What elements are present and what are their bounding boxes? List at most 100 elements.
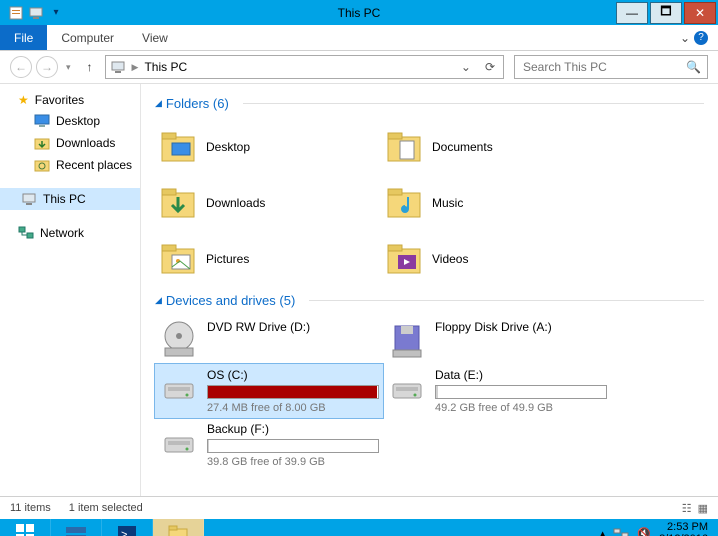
sidebar-item-this-pc[interactable]: This PC <box>0 188 140 210</box>
drive-item[interactable]: Backup (F:)39.8 GB free of 39.9 GB <box>155 418 383 472</box>
sidebar-item-recent[interactable]: Recent places <box>0 154 140 176</box>
sidebar-favorites[interactable]: ★ Favorites <box>0 90 140 110</box>
downloads-icon <box>34 135 50 151</box>
drive-icon <box>159 320 199 360</box>
folder-label: Music <box>432 196 463 210</box>
back-button[interactable]: ← <box>10 56 32 78</box>
folder-item[interactable]: Documents <box>381 119 607 175</box>
up-button[interactable]: ↑ <box>81 58 99 76</box>
drive-item[interactable]: DVD RW Drive (D:) <box>155 316 383 364</box>
file-tab[interactable]: File <box>0 25 47 50</box>
folder-item[interactable]: Pictures <box>155 231 381 287</box>
search-input[interactable] <box>521 59 686 75</box>
folder-icon <box>384 239 424 279</box>
sidebar-item-label: This PC <box>43 192 86 206</box>
address-dropdown-icon[interactable]: ⌄ <box>457 60 475 74</box>
start-button[interactable] <box>0 519 51 536</box>
folder-label: Documents <box>432 140 493 154</box>
capacity-bar <box>207 385 379 399</box>
folder-icon <box>158 127 198 167</box>
sidebar-item-network[interactable]: Network <box>0 222 140 244</box>
folder-label: Desktop <box>206 140 250 154</box>
refresh-icon[interactable]: ⟳ <box>481 60 499 74</box>
forward-button[interactable]: → <box>36 56 58 78</box>
clock-time: 2:53 PM <box>659 521 708 533</box>
folder-item[interactable]: Desktop <box>155 119 381 175</box>
location-icon <box>110 59 126 75</box>
help-icon[interactable]: ? <box>694 31 708 45</box>
status-selection: 1 item selected <box>69 502 143 514</box>
search-box[interactable]: 🔍 <box>514 55 708 79</box>
ribbon-tabs: File Computer View ⌄ ? <box>0 25 718 51</box>
collapse-icon: ◢ <box>155 98 162 109</box>
properties-icon[interactable] <box>8 5 24 21</box>
computer-icon[interactable] <box>28 5 44 21</box>
items-view: ◢ Folders (6) Desktop Documents Downloads M… <box>141 84 718 496</box>
group-label: Folders (6) <box>166 96 229 111</box>
tab-computer[interactable]: Computer <box>47 25 128 50</box>
folder-label: Videos <box>432 252 468 266</box>
taskbar-explorer[interactable] <box>153 519 204 536</box>
sidebar-item-label: Desktop <box>56 114 100 128</box>
drive-icon <box>387 368 427 408</box>
sidebar-item-desktop[interactable]: Desktop <box>0 110 140 132</box>
taskbar-powershell[interactable]: >_ <box>102 519 153 536</box>
details-view-icon[interactable]: ☷ <box>682 502 692 515</box>
minimize-button[interactable]: — <box>616 2 648 24</box>
recent-locations-dropdown[interactable]: ▾ <box>66 62 71 73</box>
tray-arrow-icon[interactable]: ▴ <box>600 527 606 536</box>
group-label: Devices and drives (5) <box>166 293 295 308</box>
drive-item[interactable]: OS (C:) 27.4 MB free of 8.00 GB <box>155 364 383 418</box>
svg-text:>_: >_ <box>121 529 134 536</box>
quick-access-toolbar: ▾ <box>8 5 64 21</box>
close-button[interactable]: ✕ <box>684 2 716 24</box>
folder-item[interactable]: Music <box>381 175 607 231</box>
group-header-drives[interactable]: ◢ Devices and drives (5) <box>155 293 704 308</box>
folder-item[interactable]: Downloads <box>155 175 381 231</box>
capacity-bar <box>207 439 379 453</box>
search-icon[interactable]: 🔍 <box>686 60 701 74</box>
desktop-icon <box>34 113 50 129</box>
taskbar: >_ ▴ 🔇 2:53 PM 8/12/2016 <box>0 519 718 536</box>
window-controls: — 🗖 ✕ <box>616 2 718 24</box>
folder-icon <box>158 239 198 279</box>
tiles-view-icon[interactable]: ▦ <box>698 502 708 515</box>
qat-dropdown-icon[interactable]: ▾ <box>48 5 64 21</box>
tray-network-icon[interactable] <box>613 526 629 536</box>
star-icon: ★ <box>18 93 29 107</box>
recent-icon <box>34 157 50 173</box>
group-rule <box>309 300 704 301</box>
ribbon-dropdown-icon[interactable]: ⌄ <box>680 31 690 45</box>
sidebar-item-label: Network <box>40 226 84 240</box>
drive-free-label: 27.4 MB free of 8.00 GB <box>207 402 379 414</box>
sidebar-item-label: Recent places <box>56 158 132 172</box>
maximize-button[interactable]: 🗖 <box>650 2 682 24</box>
drive-label: DVD RW Drive (D:) <box>207 320 379 334</box>
folder-item[interactable]: Videos <box>381 231 607 287</box>
tray-volume-icon[interactable]: 🔇 <box>637 527 651 536</box>
drive-icon <box>387 320 427 360</box>
sidebar-item-downloads[interactable]: Downloads <box>0 132 140 154</box>
view-switcher: ☷ ▦ <box>682 502 708 515</box>
drive-free-label: 39.8 GB free of 39.9 GB <box>207 456 379 468</box>
computer-icon <box>21 191 37 207</box>
address-box[interactable]: ▶ This PC ⌄ ⟳ <box>105 55 504 79</box>
drive-free-label: 49.2 GB free of 49.9 GB <box>435 402 607 414</box>
folder-label: Downloads <box>206 196 265 210</box>
drive-item[interactable]: Floppy Disk Drive (A:) <box>383 316 611 364</box>
clock[interactable]: 2:53 PM 8/12/2016 <box>659 521 708 536</box>
folders-container: Desktop Documents Downloads Music Pictures Vi… <box>155 119 704 287</box>
drives-container: DVD RW Drive (D:) Floppy Disk Drive (A:) O… <box>155 316 704 472</box>
tab-view[interactable]: View <box>128 25 182 50</box>
drive-label: Floppy Disk Drive (A:) <box>435 320 607 334</box>
drive-label: Data (E:) <box>435 368 607 382</box>
ribbon-right: ⌄ ? <box>670 25 718 50</box>
taskbar-server-manager[interactable] <box>51 519 102 536</box>
collapse-icon: ◢ <box>155 295 162 306</box>
drive-label: OS (C:) <box>207 368 379 382</box>
drive-item[interactable]: Data (E:) 49.2 GB free of 49.9 GB <box>383 364 611 418</box>
system-tray: ▴ 🔇 2:53 PM 8/12/2016 <box>590 519 718 536</box>
group-header-folders[interactable]: ◢ Folders (6) <box>155 96 704 111</box>
breadcrumb[interactable]: This PC <box>144 60 450 74</box>
folder-icon <box>158 183 198 223</box>
